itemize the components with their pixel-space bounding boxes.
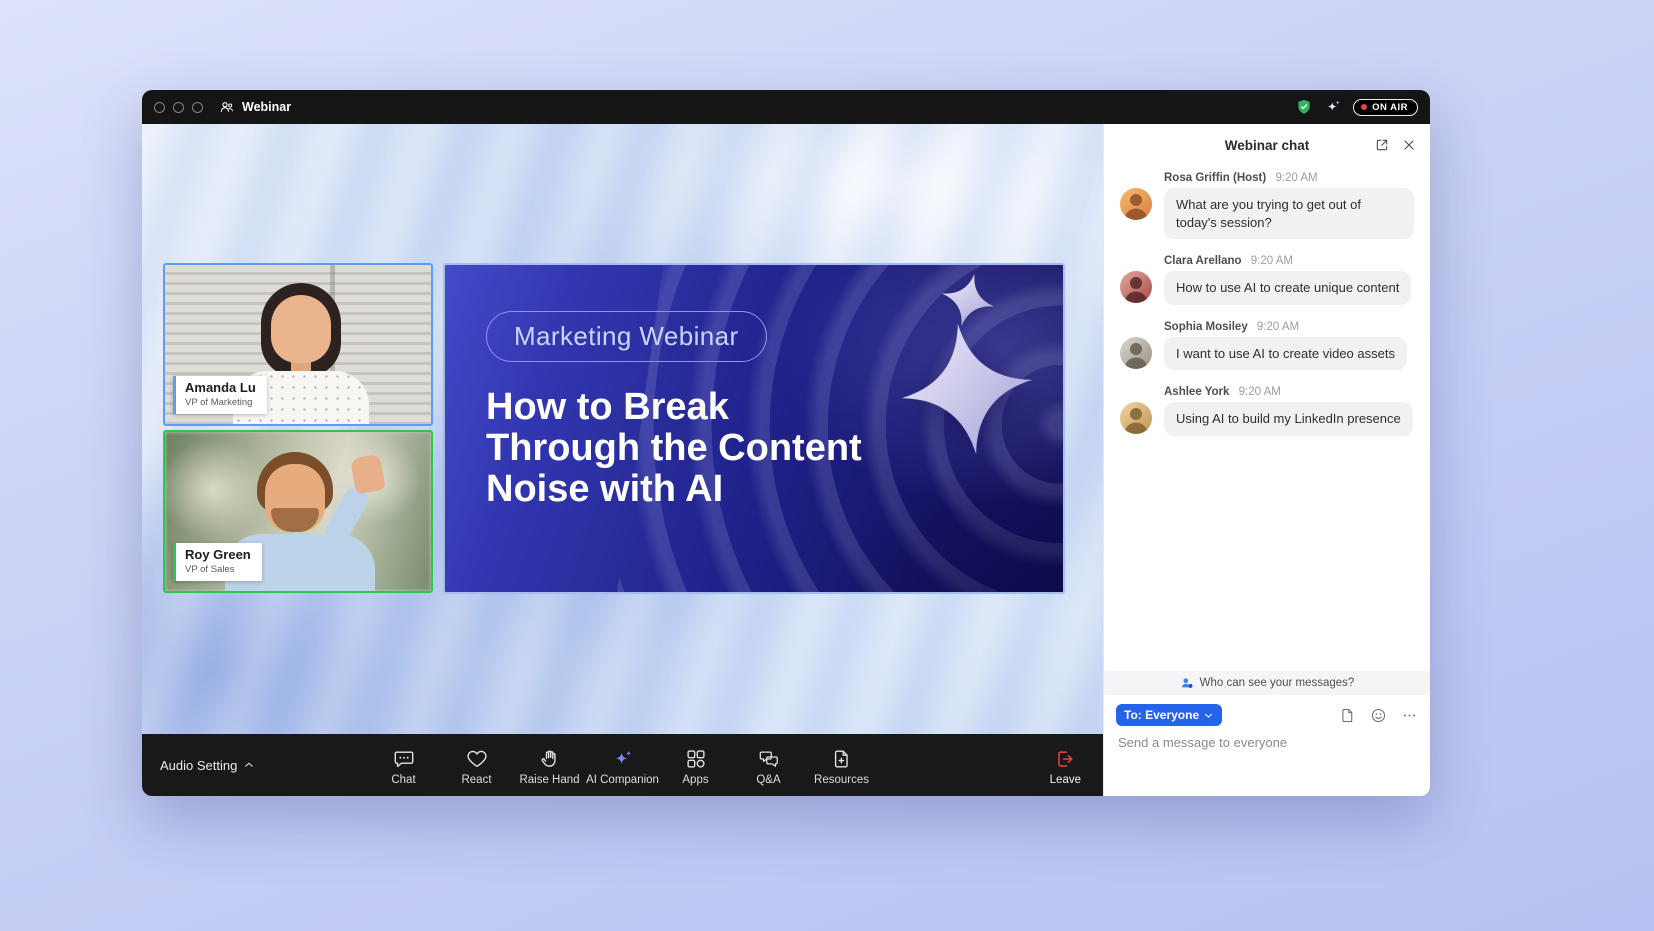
titlebar: Webinar ON AIR: [142, 90, 1430, 124]
message-bubble: Using AI to build my LinkedIn presence: [1164, 402, 1413, 436]
chat-icon: [393, 748, 415, 770]
chevron-up-icon: [243, 759, 255, 771]
message-author: Rosa Griffin (Host): [1164, 172, 1266, 184]
video-stage: Amanda Lu VP of Marketing Roy Green V: [142, 124, 1103, 734]
slide-title: How to Break Through the Content Noise w…: [486, 387, 1063, 510]
participant-name: Amanda Lu: [185, 381, 256, 395]
toolbar-button-label: Chat: [391, 774, 415, 786]
chat-message: Sophia Mosiley 9:20 AM I want to use AI …: [1120, 321, 1414, 371]
toolbar-button-react[interactable]: React: [440, 745, 513, 786]
chat-message-list[interactable]: Rosa Griffin (Host) 9:20 AM What are you…: [1104, 166, 1430, 671]
apps-icon: [685, 748, 707, 770]
more-options-icon[interactable]: [1401, 707, 1418, 724]
participant-role: VP of Sales: [185, 564, 251, 575]
avatar: [1120, 402, 1152, 434]
avatar: [1120, 337, 1152, 369]
toolbar-button-qa[interactable]: Q&A: [732, 745, 805, 786]
titlebar-right: ON AIR: [1295, 98, 1418, 116]
popout-icon[interactable]: [1374, 137, 1390, 153]
privacy-note-label: Who can see your messages?: [1200, 677, 1355, 689]
nametag-roy: Roy Green VP of Sales: [173, 543, 262, 581]
chat-message: Rosa Griffin (Host) 9:20 AM What are you…: [1120, 172, 1414, 239]
toolbar-button-label: Q&A: [756, 774, 780, 786]
toolbar-button-label: Resources: [814, 774, 869, 786]
window-control-zoom[interactable]: [192, 102, 203, 113]
participant-role: VP of Marketing: [185, 397, 256, 408]
security-shield-icon[interactable]: [1295, 98, 1313, 116]
window-control-minimize[interactable]: [173, 102, 184, 113]
resources-icon: [831, 748, 853, 770]
message-input[interactable]: [1118, 735, 1416, 750]
toolbar-button-label: AI Companion: [586, 774, 659, 786]
to-selector[interactable]: To: Everyone: [1116, 704, 1222, 726]
toolbar-button-label: Raise Hand: [519, 774, 579, 786]
window-title: Webinar: [219, 99, 291, 115]
leave-label: Leave: [1050, 774, 1081, 786]
nametag-amanda: Amanda Lu VP of Marketing: [173, 376, 267, 414]
on-air-badge: ON AIR: [1353, 99, 1418, 116]
emoji-icon[interactable]: [1370, 707, 1387, 724]
chat-header: Webinar chat: [1104, 124, 1430, 166]
message-author: Sophia Mosiley: [1164, 321, 1248, 333]
video-tile-roy[interactable]: Roy Green VP of Sales: [163, 430, 433, 593]
webinar-window: Webinar ON AIR: [142, 90, 1430, 796]
window-title-label: Webinar: [242, 100, 291, 114]
react-icon: [466, 748, 488, 770]
stage-column: Amanda Lu VP of Marketing Roy Green V: [142, 124, 1103, 796]
audio-setting-label: Audio Setting: [160, 758, 237, 773]
chevron-down-icon: [1203, 710, 1214, 721]
message-time: 9:20 AM: [1257, 321, 1299, 333]
slide-badge: Marketing Webinar: [486, 311, 767, 362]
leave-icon: [1054, 748, 1076, 770]
on-air-label: ON AIR: [1372, 102, 1408, 113]
meeting-toolbar: Audio Setting Chat React Raise Hand AI C…: [142, 734, 1103, 796]
ai-icon: [612, 748, 634, 770]
ai-sparkle-icon[interactable]: [1324, 98, 1342, 116]
avatar: [1120, 271, 1152, 303]
on-air-dot: [1361, 104, 1367, 110]
toolbar-button-label: React: [461, 774, 491, 786]
webinar-icon: [219, 99, 235, 115]
composer-toolbar: To: Everyone: [1104, 695, 1430, 728]
message-bubble: How to use AI to create unique content: [1164, 271, 1411, 305]
window-control-close[interactable]: [154, 102, 165, 113]
message-author: Ashlee York: [1164, 386, 1229, 398]
toolbar-button-resources[interactable]: Resources: [805, 745, 878, 786]
to-selector-label: To: Everyone: [1124, 708, 1199, 722]
message-time: 9:20 AM: [1239, 386, 1281, 398]
message-time: 9:20 AM: [1275, 172, 1317, 184]
close-icon[interactable]: [1401, 137, 1417, 153]
presentation-slide: Marketing Webinar How to Break Through t…: [443, 263, 1065, 594]
message-bubble: I want to use AI to create video assets: [1164, 337, 1407, 371]
toolbar-button-apps[interactable]: Apps: [659, 745, 732, 786]
participant-name: Roy Green: [185, 548, 251, 562]
message-bubble: What are you trying to get out of today'…: [1164, 188, 1414, 239]
qa-icon: [758, 748, 780, 770]
avatar: [1120, 188, 1152, 220]
message-time: 9:20 AM: [1251, 255, 1293, 267]
chat-message: Clara Arellano 9:20 AM How to use AI to …: [1120, 255, 1414, 305]
hand-icon: [539, 748, 561, 770]
chat-message: Ashlee York 9:20 AM Using AI to build my…: [1120, 386, 1414, 436]
chat-title: Webinar chat: [1225, 138, 1310, 153]
toolbar-button-ai-companion[interactable]: AI Companion: [586, 745, 659, 786]
people-icon: [1180, 676, 1194, 690]
file-attach-icon[interactable]: [1339, 707, 1356, 724]
privacy-note[interactable]: Who can see your messages?: [1104, 671, 1430, 695]
audio-setting-button[interactable]: Audio Setting: [160, 758, 255, 773]
message-author: Clara Arellano: [1164, 255, 1242, 267]
leave-button[interactable]: Leave: [1050, 745, 1081, 786]
video-tile-amanda[interactable]: Amanda Lu VP of Marketing: [163, 263, 433, 426]
toolbar-button-raise-hand[interactable]: Raise Hand: [513, 745, 586, 786]
toolbar-button-chat[interactable]: Chat: [367, 745, 440, 786]
composer: [1104, 728, 1430, 796]
chat-panel: Webinar chat Rosa Griffin (Host) 9:20 AM…: [1103, 124, 1430, 796]
window-controls: [154, 102, 203, 113]
toolbar-center: Chat React Raise Hand AI Companion Apps …: [367, 745, 878, 786]
toolbar-button-label: Apps: [682, 774, 708, 786]
